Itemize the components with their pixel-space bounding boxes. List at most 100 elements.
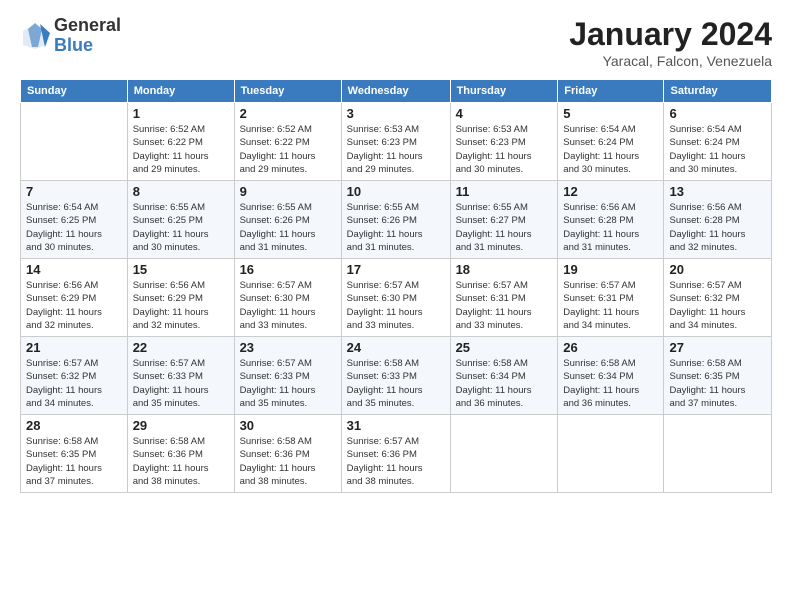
cell-text: Sunrise: 6:55 AM Sunset: 6:26 PM Dayligh…: [240, 201, 336, 254]
cell-text: Sunrise: 6:56 AM Sunset: 6:28 PM Dayligh…: [669, 201, 766, 254]
cell-text: Sunrise: 6:57 AM Sunset: 6:30 PM Dayligh…: [240, 279, 336, 332]
logo-general: General: [54, 16, 121, 36]
cell-text: Sunrise: 6:56 AM Sunset: 6:29 PM Dayligh…: [26, 279, 122, 332]
day-number: 27: [669, 340, 766, 355]
day-number: 17: [347, 262, 445, 277]
calendar-cell: 12Sunrise: 6:56 AM Sunset: 6:28 PM Dayli…: [558, 181, 664, 259]
week-row-4: 28 Sunrise: 6:58 AM Sunset: 6:35 PM Dayli…: [21, 415, 772, 493]
calendar-cell: 28 Sunrise: 6:58 AM Sunset: 6:35 PM Dayli…: [21, 415, 128, 493]
calendar-cell: 19Sunrise: 6:57 AM Sunset: 6:31 PM Dayli…: [558, 259, 664, 337]
day-number: 7: [26, 184, 122, 199]
calendar-cell: 1Sunrise: 6:52 AM Sunset: 6:22 PM Daylig…: [127, 103, 234, 181]
calendar-cell: 9Sunrise: 6:55 AM Sunset: 6:26 PM Daylig…: [234, 181, 341, 259]
calendar-cell: 21 Sunrise: 6:57 AM Sunset: 6:32 PM Dayli…: [21, 337, 128, 415]
logo: General Blue: [20, 16, 121, 56]
cell-text: Sunrise: 6:53 AM Sunset: 6:23 PM Dayligh…: [456, 123, 553, 176]
header-cell-wednesday: Wednesday: [341, 80, 450, 103]
cell-text: Sunrise: 6:54 AM Sunset: 6:24 PM Dayligh…: [563, 123, 658, 176]
calendar-table: SundayMondayTuesdayWednesdayThursdayFrid…: [20, 79, 772, 493]
calendar-cell: 14 Sunrise: 6:56 AM Sunset: 6:29 PM Dayli…: [21, 259, 128, 337]
day-number: 13: [669, 184, 766, 199]
day-number: 29: [133, 418, 229, 433]
day-number: 18: [456, 262, 553, 277]
day-number: 11: [456, 184, 553, 199]
header-cell-monday: Monday: [127, 80, 234, 103]
cell-text: Sunrise: 6:58 AM Sunset: 6:34 PM Dayligh…: [456, 357, 553, 410]
day-number: 2: [240, 106, 336, 121]
cell-text: Sunrise: 6:57 AM Sunset: 6:30 PM Dayligh…: [347, 279, 445, 332]
calendar-cell: 30 Sunrise: 6:58 AM Sunset: 6:36 PM Dayli…: [234, 415, 341, 493]
calendar-cell: 24 Sunrise: 6:58 AM Sunset: 6:33 PM Dayli…: [341, 337, 450, 415]
day-number: 19: [563, 262, 658, 277]
day-number: 14: [26, 262, 122, 277]
calendar-cell: 13 Sunrise: 6:56 AM Sunset: 6:28 PM Dayli…: [664, 181, 772, 259]
day-number: 10: [347, 184, 445, 199]
day-number: 21: [26, 340, 122, 355]
calendar-cell: 8Sunrise: 6:55 AM Sunset: 6:25 PM Daylig…: [127, 181, 234, 259]
day-number: 23: [240, 340, 336, 355]
day-number: 31: [347, 418, 445, 433]
day-number: 26: [563, 340, 658, 355]
day-number: 22: [133, 340, 229, 355]
day-number: 24: [347, 340, 445, 355]
header-row: SundayMondayTuesdayWednesdayThursdayFrid…: [21, 80, 772, 103]
calendar-cell: 27 Sunrise: 6:58 AM Sunset: 6:35 PM Dayli…: [664, 337, 772, 415]
calendar-cell: [450, 415, 558, 493]
day-number: 6: [669, 106, 766, 121]
header-cell-thursday: Thursday: [450, 80, 558, 103]
cell-text: Sunrise: 6:57 AM Sunset: 6:32 PM Dayligh…: [669, 279, 766, 332]
cell-text: Sunrise: 6:57 AM Sunset: 6:33 PM Dayligh…: [240, 357, 336, 410]
cell-text: Sunrise: 6:55 AM Sunset: 6:27 PM Dayligh…: [456, 201, 553, 254]
calendar-cell: 17 Sunrise: 6:57 AM Sunset: 6:30 PM Dayli…: [341, 259, 450, 337]
page: General Blue January 2024 Yaracal, Falco…: [0, 0, 792, 612]
calendar-cell: 11 Sunrise: 6:55 AM Sunset: 6:27 PM Dayli…: [450, 181, 558, 259]
day-number: 28: [26, 418, 122, 433]
calendar-cell: 18 Sunrise: 6:57 AM Sunset: 6:31 PM Dayli…: [450, 259, 558, 337]
day-number: 16: [240, 262, 336, 277]
cell-text: Sunrise: 6:58 AM Sunset: 6:34 PM Dayligh…: [563, 357, 658, 410]
header: General Blue January 2024 Yaracal, Falco…: [20, 16, 772, 69]
logo-blue: Blue: [54, 36, 121, 56]
day-number: 30: [240, 418, 336, 433]
calendar-cell: 23 Sunrise: 6:57 AM Sunset: 6:33 PM Dayli…: [234, 337, 341, 415]
cell-text: Sunrise: 6:52 AM Sunset: 6:22 PM Dayligh…: [133, 123, 229, 176]
calendar-cell: 31 Sunrise: 6:57 AM Sunset: 6:36 PM Dayli…: [341, 415, 450, 493]
cell-text: Sunrise: 6:58 AM Sunset: 6:35 PM Dayligh…: [26, 435, 122, 488]
calendar-cell: 29 Sunrise: 6:58 AM Sunset: 6:36 PM Dayli…: [127, 415, 234, 493]
cell-text: Sunrise: 6:57 AM Sunset: 6:31 PM Dayligh…: [456, 279, 553, 332]
day-number: 4: [456, 106, 553, 121]
week-row-0: 1Sunrise: 6:52 AM Sunset: 6:22 PM Daylig…: [21, 103, 772, 181]
calendar-cell: 7 Sunrise: 6:54 AM Sunset: 6:25 PM Daylig…: [21, 181, 128, 259]
week-row-1: 7 Sunrise: 6:54 AM Sunset: 6:25 PM Daylig…: [21, 181, 772, 259]
calendar-cell: 4 Sunrise: 6:53 AM Sunset: 6:23 PM Daylig…: [450, 103, 558, 181]
calendar-cell: [558, 415, 664, 493]
calendar-cell: 16 Sunrise: 6:57 AM Sunset: 6:30 PM Dayli…: [234, 259, 341, 337]
cell-text: Sunrise: 6:58 AM Sunset: 6:35 PM Dayligh…: [669, 357, 766, 410]
cell-text: Sunrise: 6:56 AM Sunset: 6:29 PM Dayligh…: [133, 279, 229, 332]
cell-text: Sunrise: 6:57 AM Sunset: 6:32 PM Dayligh…: [26, 357, 122, 410]
calendar-cell: 10Sunrise: 6:55 AM Sunset: 6:26 PM Dayli…: [341, 181, 450, 259]
header-cell-tuesday: Tuesday: [234, 80, 341, 103]
cell-text: Sunrise: 6:58 AM Sunset: 6:36 PM Dayligh…: [133, 435, 229, 488]
cell-text: Sunrise: 6:58 AM Sunset: 6:36 PM Dayligh…: [240, 435, 336, 488]
calendar-cell: [664, 415, 772, 493]
day-number: 25: [456, 340, 553, 355]
week-row-2: 14 Sunrise: 6:56 AM Sunset: 6:29 PM Dayli…: [21, 259, 772, 337]
calendar-cell: 22Sunrise: 6:57 AM Sunset: 6:33 PM Dayli…: [127, 337, 234, 415]
week-row-3: 21 Sunrise: 6:57 AM Sunset: 6:32 PM Dayli…: [21, 337, 772, 415]
calendar-cell: 2Sunrise: 6:52 AM Sunset: 6:22 PM Daylig…: [234, 103, 341, 181]
day-number: 20: [669, 262, 766, 277]
cell-text: Sunrise: 6:55 AM Sunset: 6:25 PM Dayligh…: [133, 201, 229, 254]
day-number: 3: [347, 106, 445, 121]
cell-text: Sunrise: 6:54 AM Sunset: 6:25 PM Dayligh…: [26, 201, 122, 254]
calendar-cell: [21, 103, 128, 181]
day-number: 15: [133, 262, 229, 277]
cell-text: Sunrise: 6:56 AM Sunset: 6:28 PM Dayligh…: [563, 201, 658, 254]
cell-text: Sunrise: 6:57 AM Sunset: 6:36 PM Dayligh…: [347, 435, 445, 488]
title-block: January 2024 Yaracal, Falcon, Venezuela: [569, 16, 772, 69]
cell-text: Sunrise: 6:58 AM Sunset: 6:33 PM Dayligh…: [347, 357, 445, 410]
calendar-cell: 3Sunrise: 6:53 AM Sunset: 6:23 PM Daylig…: [341, 103, 450, 181]
header-cell-friday: Friday: [558, 80, 664, 103]
month-title: January 2024: [569, 16, 772, 53]
day-number: 5: [563, 106, 658, 121]
